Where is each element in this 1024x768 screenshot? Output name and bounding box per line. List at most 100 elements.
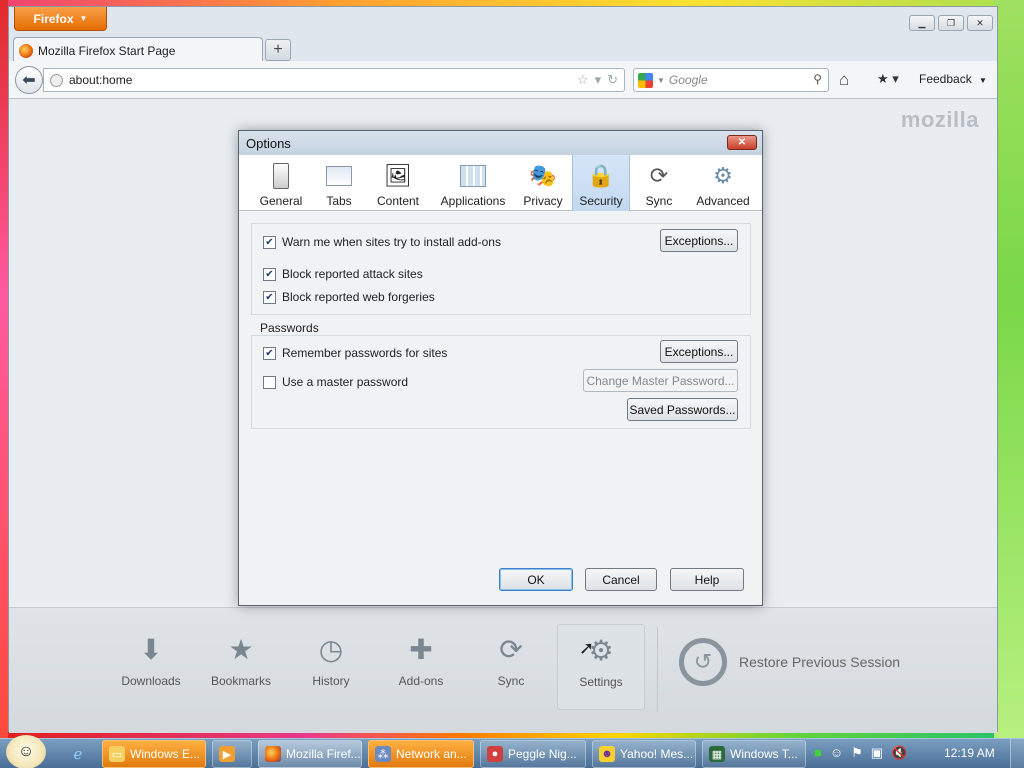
chevron-down-icon: ▼ <box>79 14 88 23</box>
pane-label: Security <box>579 194 623 208</box>
internet-explorer-quicklaunch[interactable]: ℯ <box>64 740 94 768</box>
home-icon[interactable]: ⌂ <box>839 70 849 90</box>
block-forgeries-option[interactable]: ✔ Block reported web forgeries <box>263 290 435 304</box>
help-button[interactable]: Help <box>670 568 744 591</box>
taskbar-clock[interactable]: 12:19 AM <box>944 746 995 760</box>
master-password-option[interactable]: Use a master password <box>263 375 408 389</box>
minimize-button[interactable]: ▁ <box>909 15 935 31</box>
maximize-button[interactable]: ❐ <box>938 15 964 31</box>
launcher-sync[interactable]: ⟳ Sync <box>467 632 555 712</box>
block-attack-label: Block reported attack sites <box>282 267 423 281</box>
block-forgeries-checkbox[interactable]: ✔ <box>263 290 276 304</box>
button-label: OK <box>527 572 545 587</box>
star-icon: ★ <box>228 633 254 665</box>
tab-privacy[interactable]: 🎭 Privacy <box>519 155 567 211</box>
launcher-downloads[interactable]: ⬇ Downloads <box>107 632 195 712</box>
tab-content[interactable]: 🖼 Content <box>369 155 427 211</box>
feedback-button[interactable]: Feedback ▼ <box>919 72 987 86</box>
warn-addons-checkbox[interactable]: ✔ <box>263 235 276 249</box>
messenger-tray-icon[interactable]: ☺ <box>830 745 843 761</box>
bookmark-star-icon[interactable]: ☆ <box>577 72 589 88</box>
firefox-favicon-icon <box>19 43 33 58</box>
block-attack-checkbox[interactable]: ✔ <box>263 267 276 281</box>
taskbar-item-media[interactable]: ▶ <box>212 740 252 768</box>
clock-icon: ◷ <box>318 633 344 665</box>
new-tab-button[interactable]: + <box>265 39 291 61</box>
ie-icon: ℯ <box>73 746 83 763</box>
remember-passwords-checkbox[interactable]: ✔ <box>263 346 276 360</box>
launcher-addons[interactable]: ✚ Add-ons <box>377 632 465 712</box>
title-bar: Firefox ▼ ▁ ❐ ✕ <box>9 7 997 35</box>
remember-passwords-option[interactable]: ✔ Remember passwords for sites <box>263 346 447 360</box>
back-button[interactable]: ⬅ <box>15 66 43 94</box>
puzzle-icon: ✚ <box>409 633 433 665</box>
chevron-down-icon: ▼ <box>657 75 665 85</box>
green-square-icon[interactable]: ■ <box>814 745 822 761</box>
reload-icon[interactable]: ↻ <box>607 72 618 88</box>
firefox-menu-label: Firefox <box>33 11 74 26</box>
close-window-button[interactable]: ✕ <box>967 15 993 31</box>
taskbar-item-firefox[interactable]: Mozilla Firef... <box>258 740 362 768</box>
tab-sync[interactable]: ⟳ Sync <box>635 155 683 211</box>
taskbar-label: Peggle Nig... <box>508 747 577 761</box>
network-tray-icon[interactable]: ▣ <box>871 745 883 761</box>
switch-icon <box>266 161 296 191</box>
tab-start-page[interactable]: Mozilla Firefox Start Page <box>13 37 263 63</box>
taskbar-item-yahoo-messenger[interactable]: ☻ Yahoo! Mes... <box>592 740 696 768</box>
show-desktop-button[interactable] <box>1010 739 1024 768</box>
url-bar[interactable]: about:home ☆ ▾ ↻ <box>43 68 625 92</box>
firefox-menu-button[interactable]: Firefox ▼ <box>14 7 107 31</box>
taskbar-item-task-manager[interactable]: ▦ Windows T... <box>702 740 806 768</box>
folder-icon: ▭ <box>109 746 125 762</box>
tab-security[interactable]: 🔒 Security <box>572 155 630 211</box>
tab-tabs[interactable]: Tabs <box>315 155 363 211</box>
feedback-label: Feedback <box>919 72 972 86</box>
start-button[interactable]: ☺ <box>6 735 46 768</box>
search-bar[interactable]: ▼ Google ⚲ <box>633 68 829 92</box>
pane-label: Privacy <box>523 194 563 208</box>
close-icon: ✕ <box>737 137 747 148</box>
tab-advanced[interactable]: ⚙ Advanced <box>691 155 755 211</box>
pane-label: General <box>259 194 303 208</box>
taskbar-label: Windows E... <box>130 747 201 761</box>
button-label: Exceptions... <box>664 344 734 359</box>
launcher-divider <box>657 626 658 712</box>
tab-applications[interactable]: Applications <box>433 155 513 211</box>
block-attack-option[interactable]: ✔ Block reported attack sites <box>263 267 423 281</box>
saved-passwords-button[interactable]: Saved Passwords... <box>627 398 738 421</box>
sync-icon: ⟳ <box>649 163 669 188</box>
launcher-bookmarks[interactable]: ★ Bookmarks <box>197 632 285 712</box>
taskbar-item-network[interactable]: ⁂ Network an... <box>368 740 474 768</box>
restore-session-button[interactable]: ↺ Restore Previous Session <box>679 638 900 686</box>
tab-general[interactable]: General <box>253 155 309 211</box>
taskbar-label: Yahoo! Mes... <box>620 747 694 761</box>
button-label: Saved Passwords... <box>629 402 736 417</box>
history-dropdown-icon[interactable]: ▾ <box>595 72 602 88</box>
download-icon: ⬇ <box>139 633 163 665</box>
search-icon[interactable]: ⚲ <box>813 72 822 86</box>
launcher-settings[interactable]: ⚙ Settings <box>557 624 645 710</box>
taskbar-item-windows-explorer[interactable]: ▭ Windows E... <box>102 740 206 768</box>
warn-addons-option[interactable]: ✔ Warn me when sites try to install add-… <box>263 235 501 249</box>
restore-icon: ↺ <box>679 638 727 686</box>
pane-selector: General Tabs 🖼 Content Applications 🎭 Pr… <box>239 155 762 211</box>
launcher-label: Bookmarks <box>210 674 272 688</box>
master-password-checkbox[interactable] <box>263 375 276 389</box>
ok-button[interactable]: OK <box>499 568 573 591</box>
launcher-history[interactable]: ◷ History <box>287 632 375 712</box>
passwords-exceptions-button[interactable]: Exceptions... <box>660 340 738 363</box>
bookmarks-menu-icon[interactable]: ★ ▾ <box>877 71 899 87</box>
taskbar-item-peggle[interactable]: ● Peggle Nig... <box>480 740 586 768</box>
addons-exceptions-button[interactable]: Exceptions... <box>660 229 738 252</box>
desktop-wallpaper-left <box>0 0 8 740</box>
volume-muted-icon[interactable]: 🔇 <box>891 745 907 761</box>
master-password-label: Use a master password <box>282 375 409 389</box>
flag-icon[interactable]: ⚑ <box>851 745 863 761</box>
cancel-button[interactable]: Cancel <box>585 568 657 591</box>
media-icon: ▶ <box>219 746 235 762</box>
launcher-label: Settings <box>579 675 623 689</box>
google-logo-icon[interactable] <box>638 72 653 88</box>
passwords-heading: Passwords <box>260 321 319 335</box>
smiley-face-icon: ☺ <box>17 743 35 760</box>
dialog-close-button[interactable]: ✕ <box>727 135 757 150</box>
